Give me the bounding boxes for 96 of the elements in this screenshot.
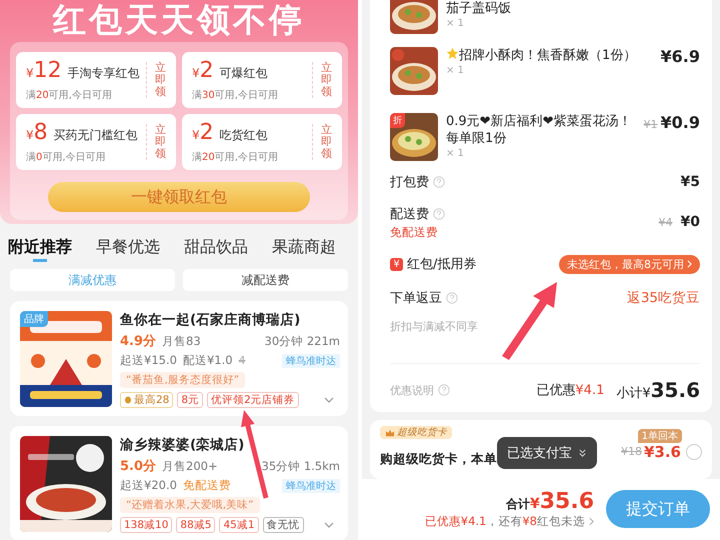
coupon-condition: 满20可用,今日可用 (26, 88, 113, 102)
coupon-amount: ¥8 (26, 121, 48, 147)
review-quote: “番茄鱼,服务态度很好” (120, 372, 246, 388)
coupon-name: 吃货红包 (220, 127, 268, 144)
discount-total: 已优惠¥4.1 (536, 382, 604, 399)
free-delivery-note: 免配送费 (390, 224, 439, 240)
banner-title: 红包天天领不停 (52, 2, 306, 38)
coupon-amount: ¥2 (192, 121, 214, 147)
item-price: ¥6.9 (660, 47, 700, 66)
order-total: 合计¥35.6 (506, 489, 594, 514)
payback-tag: 1单回本 (638, 428, 682, 443)
claim-link[interactable]: 立即领 (312, 124, 333, 160)
help-icon[interactable] (433, 208, 445, 220)
store-name: 渝乡辣婆婆(栾城店) (120, 436, 246, 454)
coupon-condition: 满30可用,今日可用 (192, 88, 279, 102)
category-tab[interactable]: 附近推荐 (8, 237, 72, 265)
promo-tag: 最高28 (120, 392, 174, 408)
store-rating: 4.9分 (120, 333, 156, 350)
delivery-time-distance: 30分钟 221m (264, 334, 340, 348)
delivery-fee: 配送¥1.0 (182, 353, 233, 368)
promo-tag: 8元 (177, 392, 204, 408)
fee-value: ¥0 (680, 214, 700, 230)
subtotal: 小计¥35.6 (616, 378, 700, 402)
chevron-right-icon (687, 260, 692, 268)
promo-tag: 88减5 (176, 517, 216, 533)
help-icon[interactable] (438, 384, 450, 396)
coupon-amount: ¥12 (26, 59, 62, 85)
membership-offer: 购超级吃货卡，本单 (380, 450, 497, 468)
crown-icon (385, 428, 395, 437)
claim-link[interactable]: 立即领 (146, 62, 167, 98)
monthly-sales: 月售200+ (162, 458, 218, 474)
beans-reward: 返35吃货豆 (626, 289, 700, 307)
card-price: ¥3.6 (644, 442, 681, 461)
filter-chip[interactable]: 减配送费 (183, 269, 348, 291)
promo-tag: 45减1 (219, 517, 258, 533)
super-card-badge: 超级吃货卡 (380, 426, 452, 440)
minimum-order: 起送¥15.0 (120, 353, 177, 368)
savings-text[interactable]: 已优惠¥4.1，还有¥8红包未选 (424, 514, 585, 530)
fee-label: 配送费 (390, 206, 429, 222)
item-name: 茄子盖码饭 (446, 0, 512, 17)
monthly-sales: 月售83 (162, 334, 201, 348)
coupon-card[interactable]: ¥2 可爆红包 满30可用,今日可用 立即领 (182, 52, 342, 108)
star-icon (446, 47, 459, 60)
category-tab[interactable]: 果蔬商超 (272, 237, 336, 258)
select-radio[interactable] (686, 444, 702, 460)
item-name: 0.9元❤新店福利❤紫菜蛋花汤！每单限1份 (446, 113, 632, 147)
item-name: 招牌小酥肉！焦香酥嫩（1份） (446, 47, 653, 64)
original-price: ¥1 (644, 118, 658, 131)
coupon-condition: 满20可用,今日可用 (192, 150, 279, 164)
coupon-condition: 满0可用,今日可用 (26, 150, 107, 164)
delivery-time-distance: 35分钟 1.5km (262, 458, 340, 474)
coupon-card[interactable]: ¥8 买药无门槛红包 满0可用,今日可用 立即领 (16, 114, 176, 170)
bean-icon (124, 396, 132, 404)
on-time-tag: 蜂鸟准时达 (282, 478, 340, 492)
help-icon[interactable] (433, 176, 445, 188)
claim-link[interactable]: 立即领 (146, 124, 167, 160)
delivery-fee: 免配送费 (182, 478, 231, 493)
store-card[interactable]: 渝乡辣婆婆(栾城店) 5.0分 月售200+ 35分钟 1.5km 起送¥20.0 免配送费 蜂鸟准时达 “还赠着水果,大爱哦,美味” 138减10 88减5 45减1 食无忧 (10, 426, 348, 540)
item-quantity: × 1 (446, 18, 465, 29)
store-card[interactable]: 品牌 鱼你在一起(石家庄商博瑞店) 4.9分 月售83 30分钟 221m 起送¥15.0 配送¥1.0 4 蜂鸟准时达 “番茄鱼,服务态度很好” 最高28 8元 优评领2元店铺券 (10, 301, 348, 416)
original-price: ¥18 (620, 445, 642, 458)
chevron-down-icon[interactable] (324, 397, 334, 403)
brand-badge: 品牌 (20, 311, 48, 327)
minimum-order: 起送¥20.0 (120, 478, 177, 493)
chevron-down-icon (578, 448, 587, 458)
store-rating: 5.0分 (120, 458, 156, 475)
chevron-down-icon[interactable] (324, 522, 334, 528)
category-tab[interactable]: 甜品饮品 (184, 237, 248, 258)
chevron-right-icon[interactable] (589, 517, 594, 526)
coupon-name: 买药无门槛红包 (54, 127, 138, 144)
coupon-card[interactable]: ¥2 吃货红包 满20可用,今日可用 立即领 (182, 114, 342, 170)
promo-tag: 食无忧 (262, 517, 304, 533)
coupon-name: 手淘专享红包 (68, 65, 140, 82)
original-fee: ¥4 (658, 216, 673, 228)
item-quantity: × 1 (446, 65, 465, 76)
item-quantity: × 1 (446, 148, 465, 159)
claim-link[interactable]: 立即领 (312, 62, 333, 98)
discount-badge: 折 (390, 113, 405, 128)
coupon-amount: ¥2 (192, 59, 214, 85)
fee-label: 打包费 (390, 174, 429, 191)
on-time-tag: 蜂鸟准时达 (282, 354, 340, 368)
coupon-icon: ¥ (390, 258, 403, 270)
help-icon[interactable] (446, 292, 458, 304)
fee-value: ¥5 (680, 174, 700, 190)
review-quote: “还赠着水果,大爱哦,美味” (120, 497, 260, 513)
promo-tag: 138减10 (120, 517, 172, 533)
category-tab[interactable]: 早餐优选 (96, 237, 160, 258)
item-price: ¥0.9 (660, 113, 700, 132)
coupon-card[interactable]: ¥12 手淘专享红包 满20可用,今日可用 立即领 (16, 52, 176, 108)
payment-toast[interactable]: 已选支付宝 (497, 437, 597, 469)
original-delivery-fee: 4 (238, 354, 246, 367)
store-name: 鱼你在一起(石家庄商博瑞店) (120, 311, 302, 329)
coupon-name: 可爆红包 (220, 65, 268, 82)
beans-label: 下单返豆 (390, 290, 442, 307)
promo-tag: 优评领2元店铺券 (207, 392, 299, 408)
coupon-label: 红包/抵用券 (407, 256, 476, 273)
